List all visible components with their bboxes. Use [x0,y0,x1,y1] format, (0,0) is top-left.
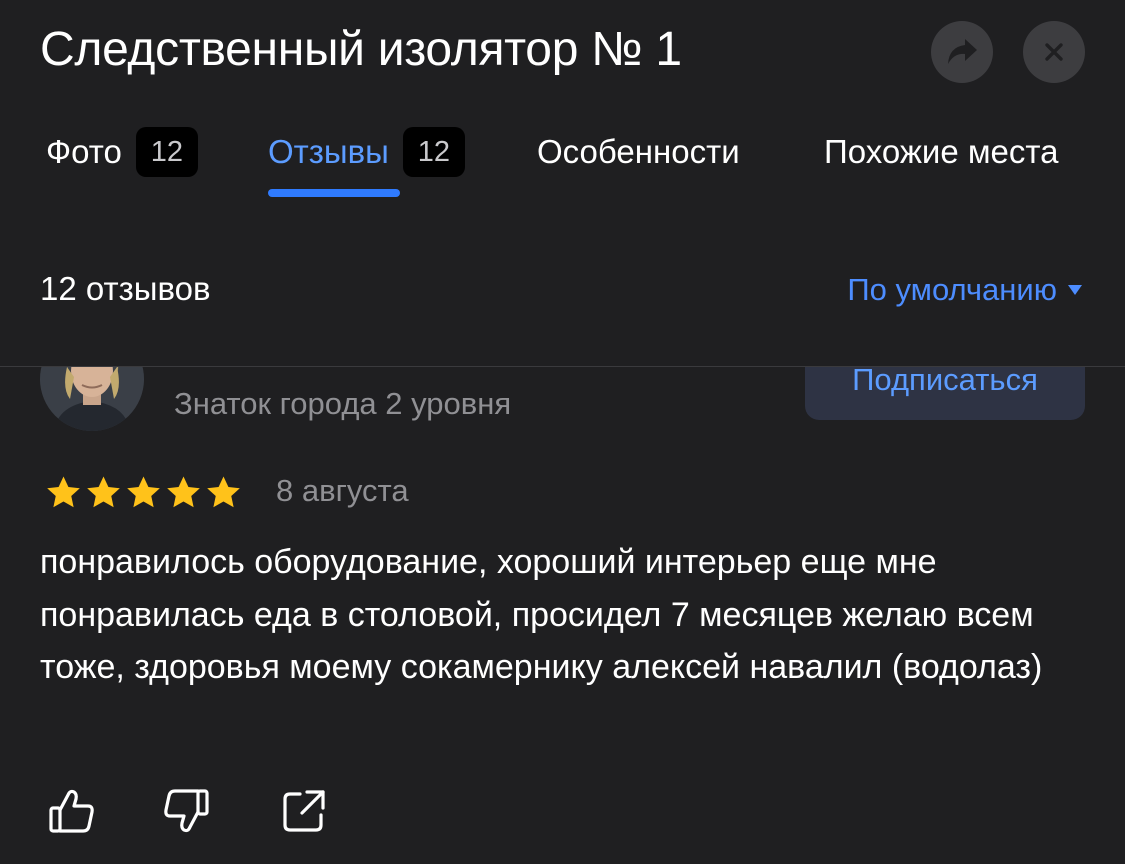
tab-reviews-count: 12 [402,127,465,177]
tab-features-label: Особенности [537,133,740,170]
active-tab-indicator [268,189,400,197]
close-icon [1045,43,1063,61]
star-icon [167,476,200,508]
review-date: 8 августа [276,473,409,508]
rating-stars [44,474,243,512]
share-arrow-icon [948,39,977,64]
tab-photo-label: Фото [46,133,122,170]
star-icon [87,476,120,508]
share-button[interactable] [931,21,993,83]
like-button[interactable] [46,786,98,836]
star-icon [127,476,160,508]
tab-similar-places[interactable]: Похожие места [824,125,1058,179]
share-review-button[interactable] [278,786,330,836]
tab-features[interactable]: Особенности [537,125,740,179]
tab-photo-count: 12 [135,127,198,177]
review-actions [0,786,1125,836]
review-text: понравилось оборудование, хороший интерь… [40,543,1043,686]
thumbs-down-icon [164,789,209,833]
tab-reviews[interactable]: Отзывы 12 [268,125,465,179]
external-share-icon [283,790,325,832]
tab-reviews-label: Отзывы [268,133,389,170]
star-icon [207,476,240,508]
reviews-toolbar: 12 отзывов По умолчанию [0,270,1125,320]
close-button[interactable] [1023,21,1085,83]
author-level: Знаток города 2 уровня [174,386,512,421]
caret-down-icon [1068,285,1082,295]
sort-dropdown[interactable]: По умолчанию [847,272,1083,308]
tab-photo[interactable]: Фото 12 [46,125,198,179]
reviews-count: 12 отзывов [40,270,211,307]
place-header: Следственный изолятор № 1 Фото 12 Отзывы… [0,0,1125,367]
thumbs-up-icon [49,789,94,833]
tabs-bar: Фото 12 Отзывы 12 Особенности Похожие ме… [0,125,1125,205]
tab-similar-label: Похожие места [824,133,1059,170]
sort-label: По умолчанию [847,272,1057,307]
dislike-button[interactable] [160,786,212,836]
star-icon [47,476,80,508]
page-title: Следственный изолятор № 1 [40,23,682,76]
